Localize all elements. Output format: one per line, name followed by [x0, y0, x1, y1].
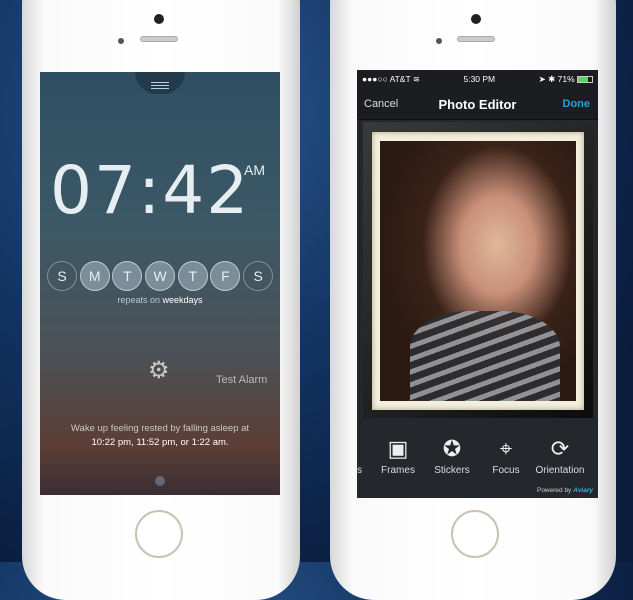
- page-dot: [155, 476, 165, 486]
- tool-s[interactable]: s: [357, 435, 371, 476]
- speaker: [457, 36, 495, 42]
- focus-icon: ⌖: [499, 436, 513, 461]
- rotate-icon: ⟳: [550, 436, 570, 461]
- sticker-icon: ✪: [442, 436, 462, 461]
- home-button[interactable]: [135, 510, 183, 558]
- tool-label: s: [357, 465, 362, 476]
- wake-times: 10:22 pm, 11:52 pm, or 1:22 am.: [91, 437, 229, 448]
- tool-frames[interactable]: ▣ Frames: [371, 435, 425, 476]
- day-selector: SMTWTFS: [47, 261, 276, 291]
- speaker: [140, 36, 178, 42]
- tool-label: Focus: [492, 465, 520, 476]
- am-pm[interactable]: AM: [244, 162, 265, 178]
- tool-label: Stickers: [434, 465, 470, 476]
- day-toggle[interactable]: S: [243, 261, 274, 291]
- test-alarm-button[interactable]: Test Alarm: [216, 374, 267, 386]
- repeats-value: weekdays: [162, 295, 203, 305]
- battery: ➤ ✱ 71%: [539, 74, 593, 85]
- day-toggle[interactable]: W: [145, 261, 176, 291]
- camera: [154, 14, 164, 24]
- tool-label: Frames: [381, 465, 415, 476]
- day-toggle[interactable]: F: [210, 261, 241, 291]
- alarm-time[interactable]: 07:42: [50, 152, 250, 229]
- selfie-photo: [380, 141, 576, 401]
- tool-bar: s ▣ Frames ✪ Stickers ⌖ Focus ⟳ Orientation: [357, 422, 598, 480]
- alarm-screen: 07:42 AM SMTWTFS repeats on weekdays ⚙ T…: [40, 72, 280, 495]
- sensor: [118, 38, 124, 44]
- battery-icon: [577, 75, 593, 83]
- clock: 5:30 PM: [463, 74, 496, 84]
- wake-text: Wake up feeling rested by falling asleep…: [40, 422, 280, 450]
- tool-focus[interactable]: ⌖ Focus: [479, 435, 533, 476]
- camera: [471, 14, 481, 24]
- day-toggle[interactable]: M: [79, 261, 110, 291]
- aviary-logo: Aviary: [573, 487, 593, 494]
- done-button[interactable]: Done: [563, 98, 591, 110]
- frame-icon: ▣: [387, 436, 409, 461]
- wifi-icon: ≋: [412, 73, 421, 84]
- sensor: [436, 38, 442, 44]
- day-toggle[interactable]: T: [112, 261, 143, 291]
- home-button[interactable]: [451, 510, 499, 558]
- menu-pull-tab[interactable]: [135, 72, 185, 94]
- carrier: ●●●○○ AT&T ≋: [362, 73, 421, 84]
- repeats-prefix: repeats on: [117, 295, 160, 305]
- status-bar: ●●●○○ AT&T ≋ 5:30 PM ➤ ✱ 71%: [357, 70, 598, 88]
- tool-stickers[interactable]: ✪ Stickers: [425, 435, 479, 476]
- wake-line1: Wake up feeling rested by falling asleep…: [70, 423, 250, 434]
- gear-icon[interactable]: ⚙: [148, 356, 170, 385]
- photo-editor-screen: ●●●○○ AT&T ≋ 5:30 PM ➤ ✱ 71% Cancel Phot…: [357, 70, 598, 498]
- day-toggle[interactable]: T: [177, 261, 208, 291]
- powered-by: Powered by Aviary: [536, 487, 593, 494]
- photo-frame: [363, 122, 593, 418]
- tool-label: Orientation: [535, 465, 585, 476]
- bluetooth-icon: ✱: [548, 73, 556, 84]
- cropped-icon: [357, 435, 371, 465]
- repeats-text: repeats on weekdays: [40, 295, 280, 305]
- day-toggle[interactable]: S: [47, 261, 77, 291]
- location-icon: ➤: [538, 73, 546, 84]
- tool-orientation[interactable]: ⟳ Orientation: [533, 435, 587, 476]
- nav-bar: Cancel Photo Editor Done: [357, 88, 598, 120]
